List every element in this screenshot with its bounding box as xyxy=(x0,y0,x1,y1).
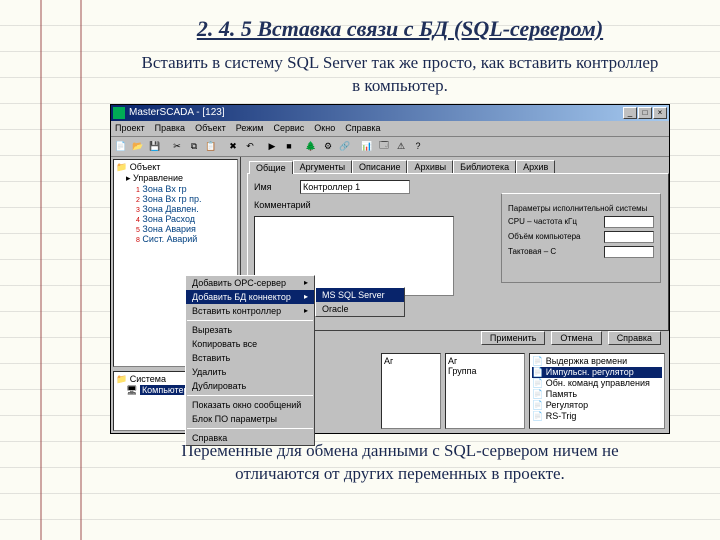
save-icon[interactable]: 💾 xyxy=(147,138,163,154)
cpu-field[interactable] xyxy=(604,216,654,228)
link-icon[interactable]: 🔗 xyxy=(337,138,353,154)
chart-icon[interactable]: 📊 xyxy=(359,138,375,154)
menu-object[interactable]: Объект xyxy=(195,123,226,133)
tab-desc[interactable]: Описание xyxy=(352,160,407,173)
clock-field[interactable] xyxy=(604,246,654,258)
ctx-copy-all[interactable]: Копировать все xyxy=(186,337,314,351)
new-icon[interactable]: 📄 xyxy=(113,138,129,154)
help-button[interactable]: Справка xyxy=(608,331,661,345)
run-icon[interactable]: ▶ xyxy=(264,138,280,154)
outro-text: Переменные для обмена данными с SQL-серв… xyxy=(140,440,660,486)
cut-icon[interactable]: ✂ xyxy=(169,138,185,154)
ctx-add-opc[interactable]: Добавить OPC-сервер▸ xyxy=(186,276,314,290)
maximize-button[interactable]: □ xyxy=(638,107,652,119)
bottom-list-2[interactable]: Аг Группа xyxy=(445,353,525,429)
menu-project[interactable]: Проект xyxy=(115,123,145,133)
menu-help[interactable]: Справка xyxy=(345,123,380,133)
close-button[interactable]: × xyxy=(653,107,667,119)
bottom-list-1[interactable]: Аг xyxy=(381,353,441,429)
mem-field[interactable] xyxy=(604,231,654,243)
menubar[interactable]: Проект Правка Объект Режим Сервис Окно С… xyxy=(111,121,669,137)
group-title: Параметры исполнительной системы xyxy=(508,204,647,213)
comment-label: Комментарий xyxy=(254,200,294,210)
tab-strip: Общие Аргументы Описание Архивы Библиоте… xyxy=(247,157,669,173)
alarm-icon[interactable]: ⚠ xyxy=(393,138,409,154)
window-title: MasterSCADA - [123] xyxy=(129,107,225,118)
db-submenu[interactable]: MS SQL Server Oracle xyxy=(315,287,405,317)
gear-icon[interactable]: ⚙ xyxy=(320,138,336,154)
tab-arch[interactable]: Архивы xyxy=(407,160,453,173)
toolbar: 📄 📂 💾 ✂ ⧉ 📋 ✖ ↶ ▶ ■ 🌲 ⚙ 🔗 📊 🗔 ⚠ ? xyxy=(111,137,669,157)
ctx-help[interactable]: Справка xyxy=(186,431,314,445)
minimize-button[interactable]: _ xyxy=(623,107,637,119)
ctx-delete[interactable]: Удалить xyxy=(186,365,314,379)
submenu-oracle[interactable]: Oracle xyxy=(316,302,404,316)
stop-icon[interactable]: ■ xyxy=(281,138,297,154)
name-input[interactable] xyxy=(300,180,410,194)
window-icon[interactable]: 🗔 xyxy=(376,138,392,154)
page-title: 2. 4. 5 Вставка связи с БД (SQL-сервером… xyxy=(110,16,690,42)
tab-lib[interactable]: Библиотека xyxy=(453,160,516,173)
menu-edit[interactable]: Правка xyxy=(155,123,185,133)
menu-service[interactable]: Сервис xyxy=(273,123,304,133)
menu-window[interactable]: Окно xyxy=(314,123,335,133)
bottom-list-3[interactable]: 📄 Выдержка времени 📄 Импульсн. регулятор… xyxy=(529,353,665,429)
open-icon[interactable]: 📂 xyxy=(130,138,146,154)
tab-archive[interactable]: Архив xyxy=(516,160,555,173)
ctx-cut[interactable]: Вырезать xyxy=(186,323,314,337)
help-icon[interactable]: ? xyxy=(410,138,426,154)
ctx-po-params[interactable]: Блок ПО параметры xyxy=(186,412,314,426)
paste-icon[interactable]: 📋 xyxy=(203,138,219,154)
runtime-params-group: Параметры исполнительной системы CPU – ч… xyxy=(501,193,661,283)
delete-icon[interactable]: ✖ xyxy=(225,138,241,154)
ctx-show-msg[interactable]: Показать окно сообщений xyxy=(186,398,314,412)
context-menu[interactable]: Добавить OPC-сервер▸ Добавить БД коннект… xyxy=(185,275,315,446)
tab-args[interactable]: Аргументы xyxy=(293,160,352,173)
cancel-button[interactable]: Отмена xyxy=(551,331,601,345)
app-icon xyxy=(113,107,125,119)
undo-icon[interactable]: ↶ xyxy=(242,138,258,154)
menu-mode[interactable]: Режим xyxy=(236,123,264,133)
name-label: Имя xyxy=(254,182,294,192)
intro-text: Вставить в систему SQL Server так же про… xyxy=(140,52,660,98)
titlebar[interactable]: MasterSCADA - [123] _ □ × xyxy=(111,105,669,121)
app-window: MasterSCADA - [123] _ □ × Проект Правка … xyxy=(110,104,670,434)
ctx-insert-controller[interactable]: Вставить контроллер▸ xyxy=(186,304,314,318)
ctx-paste[interactable]: Вставить xyxy=(186,351,314,365)
copy-icon[interactable]: ⧉ xyxy=(186,138,202,154)
tree-icon[interactable]: 🌲 xyxy=(303,138,319,154)
apply-button[interactable]: Применить xyxy=(481,331,546,345)
ctx-add-db[interactable]: Добавить БД коннектор▸ xyxy=(186,290,314,304)
tab-general[interactable]: Общие xyxy=(249,161,293,174)
submenu-mssql[interactable]: MS SQL Server xyxy=(316,288,404,302)
ctx-duplicate[interactable]: Дублировать xyxy=(186,379,314,393)
